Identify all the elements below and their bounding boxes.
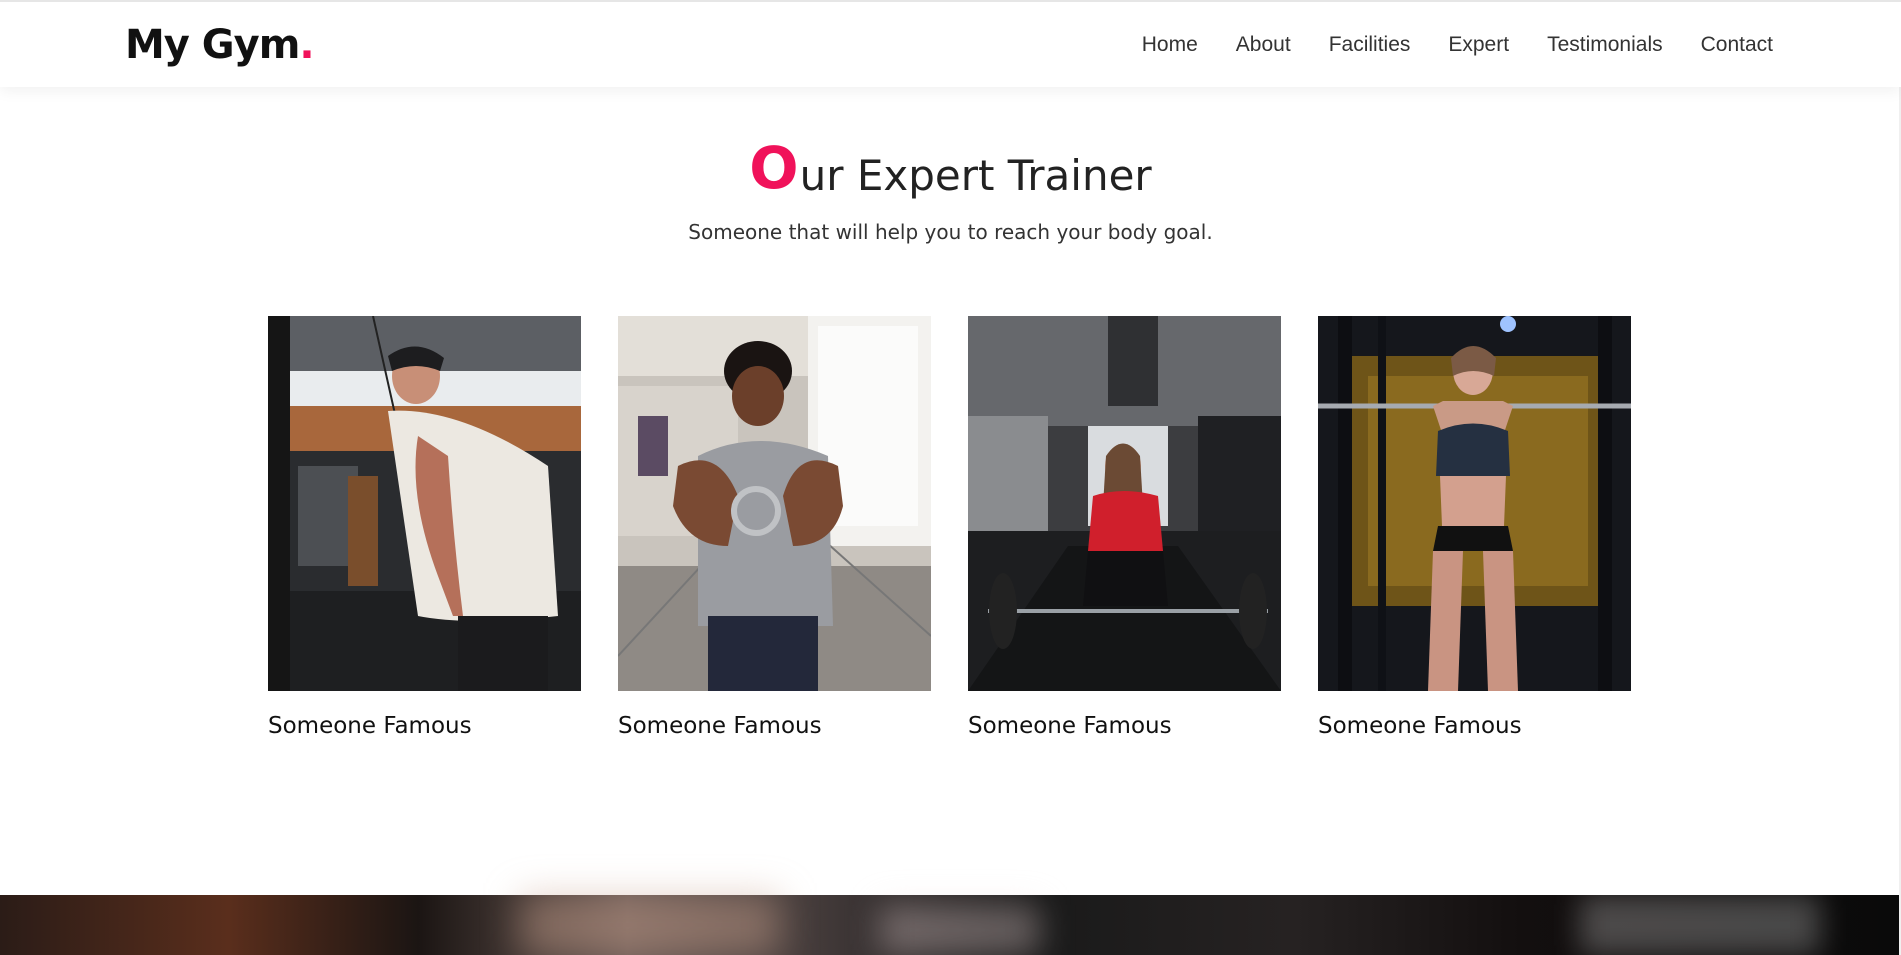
trainer-card[interactable]: Someone Famous bbox=[268, 316, 581, 739]
section-subtitle: Someone that will help you to reach your… bbox=[688, 220, 1213, 244]
trainer-cards: Someone Famous Someone Famous Someone Fa… bbox=[268, 316, 1631, 739]
trainer-card[interactable]: Someone Famous bbox=[1318, 316, 1631, 739]
section-title: Our Expert Trainer bbox=[749, 134, 1152, 202]
banner-blur-shape bbox=[520, 895, 780, 955]
trainer-card[interactable]: Someone Famous bbox=[968, 316, 1281, 739]
brand-dot: . bbox=[299, 22, 314, 68]
trainer-card[interactable]: Someone Famous bbox=[618, 316, 931, 739]
nav-link-expert[interactable]: Expert bbox=[1448, 33, 1509, 57]
section-title-rest: ur Expert Trainer bbox=[799, 151, 1152, 200]
nav-link-about[interactable]: About bbox=[1236, 33, 1291, 57]
top-navbar: My Gym. Home About Facilities Expert Tes… bbox=[0, 0, 1901, 87]
trainer-name: Someone Famous bbox=[618, 713, 822, 739]
nav-link-facilities[interactable]: Facilities bbox=[1329, 33, 1411, 57]
trainer-photo-cable-man bbox=[268, 316, 581, 691]
section-heading-wrap: Our Expert Trainer bbox=[0, 134, 1901, 202]
main-nav: Home About Facilities Expert Testimonial… bbox=[1142, 33, 1773, 57]
nav-link-testimonials[interactable]: Testimonials bbox=[1547, 33, 1663, 57]
banner-blur-shape bbox=[1580, 895, 1820, 955]
brand-name: My Gym bbox=[125, 22, 300, 68]
trainer-name: Someone Famous bbox=[268, 713, 472, 739]
trainer-photo-deadlift-woman bbox=[968, 316, 1281, 691]
nav-link-home[interactable]: Home bbox=[1142, 33, 1198, 57]
trainer-photo-squat-woman bbox=[1318, 316, 1631, 691]
trainer-name: Someone Famous bbox=[968, 713, 1172, 739]
trainer-name: Someone Famous bbox=[1318, 713, 1522, 739]
next-section-banner-image bbox=[0, 895, 1901, 955]
section-title-initial: O bbox=[749, 134, 799, 202]
trainer-photo-cable-front-man bbox=[618, 316, 931, 691]
brand-logo[interactable]: My Gym. bbox=[125, 22, 315, 68]
nav-link-contact[interactable]: Contact bbox=[1701, 33, 1773, 57]
banner-blur-shape bbox=[880, 905, 1040, 955]
